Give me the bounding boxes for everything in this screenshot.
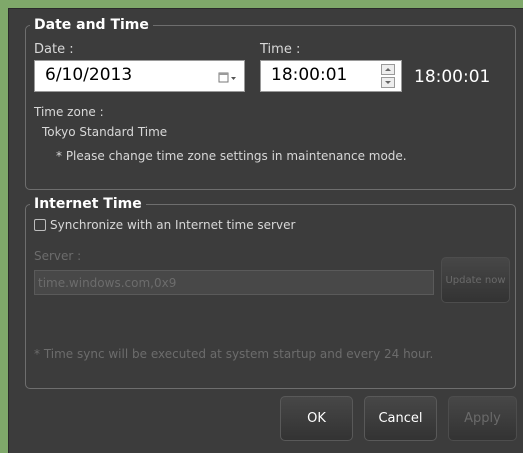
sync-checkbox-label: Synchronize with an Internet time server — [50, 218, 296, 232]
date-and-time-legend: Date and Time — [34, 17, 149, 33]
timezone-note: * Please change time zone settings in ma… — [56, 149, 407, 163]
update-now-button[interactable]: Update now — [441, 257, 510, 303]
sync-note: * Time sync will be executed at system s… — [34, 347, 434, 361]
timezone-label: Time zone : — [34, 105, 104, 119]
date-picker[interactable]: 6/10/2013 — [34, 60, 245, 92]
time-display: 18:00:01 — [414, 67, 491, 87]
ok-button[interactable]: OK — [280, 396, 353, 441]
date-label: Date : — [34, 42, 74, 57]
cancel-button[interactable]: Cancel — [364, 396, 437, 441]
date-value: 6/10/2013 — [45, 65, 133, 85]
time-spinner[interactable] — [381, 64, 395, 88]
apply-button[interactable]: Apply — [448, 396, 517, 441]
server-input[interactable]: time.windows.com,0x9 — [34, 270, 434, 295]
sync-checkbox-row[interactable]: Synchronize with an Internet time server — [34, 218, 295, 232]
server-value: time.windows.com,0x9 — [38, 276, 177, 290]
calendar-dropdown-icon[interactable] — [218, 70, 238, 84]
time-up-arrow-icon[interactable] — [381, 64, 395, 75]
time-input[interactable]: 18:00:01 — [260, 60, 402, 92]
server-label: Server : — [34, 249, 82, 263]
internet-time-legend: Internet Time — [34, 196, 142, 212]
time-value: 18:00:01 — [271, 65, 348, 85]
timezone-value: Tokyo Standard Time — [42, 125, 168, 139]
date-time-dialog: Date and Time Date : Time : 6/10/2013 18… — [8, 8, 523, 453]
time-down-arrow-icon[interactable] — [381, 77, 395, 88]
sync-checkbox[interactable] — [34, 219, 46, 231]
time-label: Time : — [260, 42, 301, 57]
